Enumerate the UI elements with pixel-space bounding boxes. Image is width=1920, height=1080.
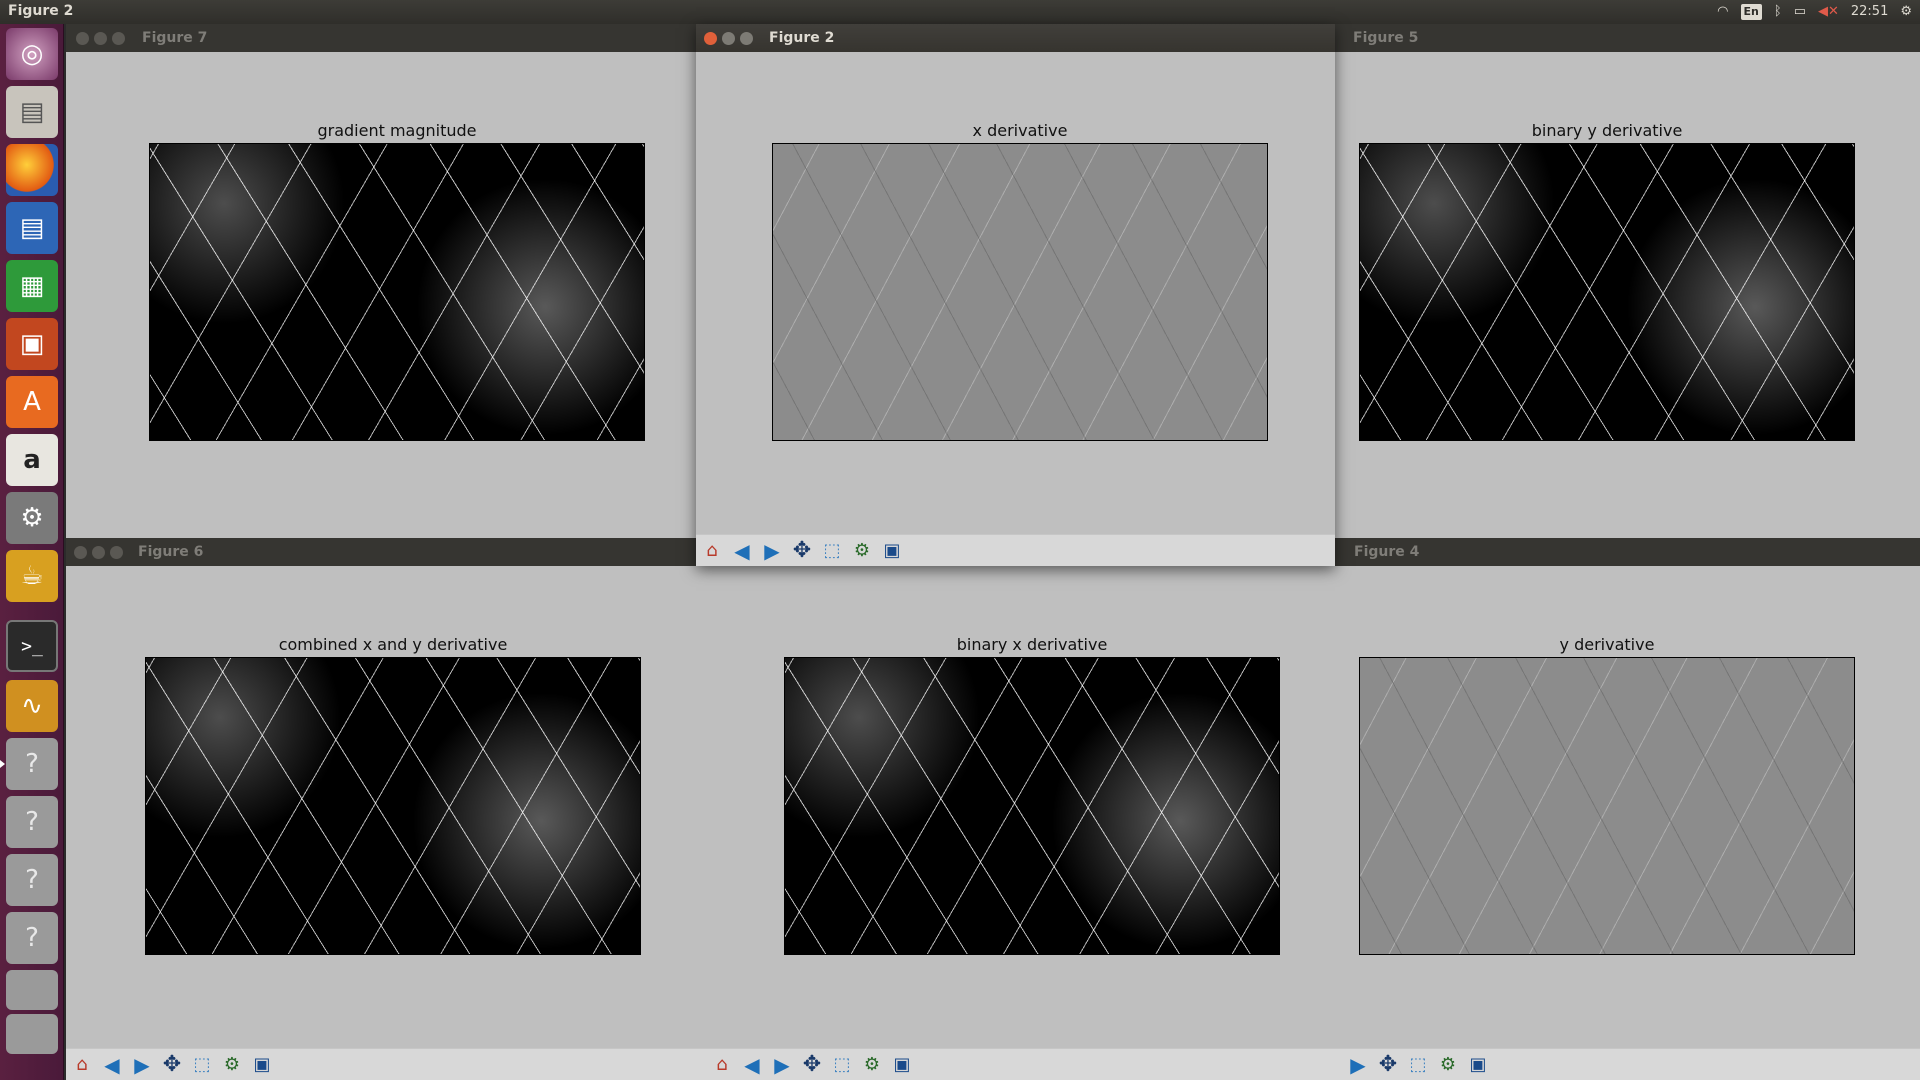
back-icon[interactable]: ◀ bbox=[730, 540, 754, 562]
software-center-icon[interactable]: A bbox=[6, 376, 58, 428]
figure-window-7[interactable]: Figure 7 gradient magnitude bbox=[66, 24, 696, 538]
configure-subplots-icon[interactable]: ⚙ bbox=[220, 1054, 244, 1076]
navigation-toolbar: ⌂ ◀ ▶ ✥ ⬚ ⚙ ▣ bbox=[66, 1048, 706, 1080]
teapot-icon[interactable]: ☕ bbox=[6, 550, 58, 602]
pan-icon[interactable]: ✥ bbox=[160, 1054, 184, 1076]
unknown-app-icon[interactable]: ? bbox=[6, 796, 58, 848]
minimize-icon[interactable] bbox=[722, 32, 735, 45]
plot-image[interactable] bbox=[145, 657, 641, 955]
terminal-icon[interactable]: >_ bbox=[6, 620, 58, 672]
impress-icon[interactable]: ▣ bbox=[6, 318, 58, 370]
system-settings-icon[interactable]: ⚙ bbox=[6, 492, 58, 544]
plot-image[interactable] bbox=[149, 143, 645, 441]
amazon-icon[interactable]: a bbox=[6, 434, 58, 486]
stacked-app-icon[interactable] bbox=[6, 1014, 58, 1054]
navigation-toolbar: ⌂ ◀ ▶ ✥ ⬚ ⚙ ▣ bbox=[706, 1048, 1346, 1080]
back-icon[interactable]: ◀ bbox=[100, 1054, 124, 1076]
window-title: Figure 7 bbox=[142, 30, 208, 46]
forward-icon[interactable]: ▶ bbox=[1346, 1054, 1370, 1076]
window-titlebar[interactable]: Figure 2 bbox=[696, 24, 1335, 52]
pan-icon[interactable]: ✥ bbox=[800, 1054, 824, 1076]
bluetooth-icon[interactable]: ᛒ bbox=[1774, 4, 1782, 20]
forward-icon[interactable]: ▶ bbox=[770, 1054, 794, 1076]
zoom-icon[interactable]: ⬚ bbox=[820, 540, 844, 562]
window-titlebar[interactable]: Figure 4 bbox=[1346, 538, 1920, 566]
plot-image[interactable] bbox=[1359, 143, 1855, 441]
configure-subplots-icon[interactable]: ⚙ bbox=[860, 1054, 884, 1076]
plot-title: x derivative bbox=[972, 121, 1068, 140]
save-icon[interactable]: ▣ bbox=[1466, 1054, 1490, 1076]
close-icon[interactable] bbox=[76, 32, 89, 45]
figure-window-4[interactable]: Figure 4 y derivative ▶ ✥ ⬚ ⚙ ▣ bbox=[1346, 538, 1920, 1080]
window-title: Figure 6 bbox=[138, 544, 204, 560]
stacked-app-icon[interactable] bbox=[6, 970, 58, 1010]
zoom-icon[interactable]: ⬚ bbox=[1406, 1054, 1430, 1076]
battery-icon[interactable]: ▭ bbox=[1794, 4, 1806, 20]
writer-icon[interactable]: ▤ bbox=[6, 202, 58, 254]
forward-icon[interactable]: ▶ bbox=[130, 1054, 154, 1076]
window-titlebar[interactable]: Figure 5 bbox=[1335, 24, 1920, 52]
plot-image[interactable] bbox=[1359, 657, 1855, 955]
window-title: Figure 4 bbox=[1354, 544, 1420, 560]
figure-window-5[interactable]: Figure 5 binary y derivative bbox=[1335, 24, 1920, 538]
unknown-app-icon[interactable]: ? bbox=[6, 912, 58, 964]
minimize-icon[interactable] bbox=[92, 546, 105, 559]
plot-title: gradient magnitude bbox=[317, 121, 477, 140]
plot-title: y derivative bbox=[1559, 635, 1655, 654]
home-icon[interactable]: ⌂ bbox=[70, 1054, 94, 1076]
volume-muted-icon[interactable]: ◀✕ bbox=[1818, 4, 1839, 20]
configure-subplots-icon[interactable]: ⚙ bbox=[1436, 1054, 1460, 1076]
unknown-app-icon[interactable]: ? bbox=[6, 854, 58, 906]
unknown-app-icon[interactable]: ? bbox=[0, 738, 58, 790]
files-icon[interactable]: ▤ bbox=[6, 86, 58, 138]
configure-subplots-icon[interactable]: ⚙ bbox=[850, 540, 874, 562]
plot-image[interactable] bbox=[784, 657, 1280, 955]
close-icon[interactable] bbox=[74, 546, 87, 559]
save-icon[interactable]: ▣ bbox=[250, 1054, 274, 1076]
maximize-icon[interactable] bbox=[112, 32, 125, 45]
figure-window-6[interactable]: Figure 6 combined x and y derivative ⌂ ◀… bbox=[66, 538, 706, 1080]
firefox-icon[interactable] bbox=[6, 144, 58, 196]
save-icon[interactable]: ▣ bbox=[880, 540, 904, 562]
waveform-icon[interactable]: ∿ bbox=[6, 680, 58, 732]
plot-title: binary y derivative bbox=[1531, 121, 1683, 140]
zoom-icon[interactable]: ⬚ bbox=[190, 1054, 214, 1076]
minimize-icon[interactable] bbox=[94, 32, 107, 45]
wifi-icon[interactable]: ◠ bbox=[1717, 4, 1728, 20]
back-icon[interactable]: ◀ bbox=[740, 1054, 764, 1076]
ubuntu-dash-icon[interactable]: ◎ bbox=[6, 28, 58, 80]
system-tray: ◠ En ᛒ ▭ ◀✕ 22:51 ⚙ bbox=[1717, 0, 1912, 24]
window-title: Figure 5 bbox=[1353, 30, 1419, 46]
pan-icon[interactable]: ✥ bbox=[1376, 1054, 1400, 1076]
window-titlebar[interactable]: Figure 6 bbox=[66, 538, 706, 566]
plot-title: binary x derivative bbox=[956, 635, 1108, 654]
figure-window-2[interactable]: Figure 2 x derivative ⌂ ◀ ▶ ✥ ⬚ ⚙ ▣ bbox=[696, 24, 1335, 566]
figure-window-3[interactable]: binary x derivative ⌂ ◀ ▶ ✥ ⬚ ⚙ ▣ bbox=[706, 538, 1346, 1080]
window-titlebar[interactable]: Figure 7 bbox=[66, 24, 696, 52]
home-icon[interactable]: ⌂ bbox=[700, 540, 724, 562]
forward-icon[interactable]: ▶ bbox=[760, 540, 784, 562]
home-icon[interactable]: ⌂ bbox=[710, 1054, 734, 1076]
navigation-toolbar: ⌂ ◀ ▶ ✥ ⬚ ⚙ ▣ bbox=[696, 534, 1335, 566]
close-icon[interactable] bbox=[704, 32, 717, 45]
calc-icon[interactable]: ▦ bbox=[6, 260, 58, 312]
zoom-icon[interactable]: ⬚ bbox=[830, 1054, 854, 1076]
plot-title: combined x and y derivative bbox=[278, 635, 508, 654]
app-title: Figure 2 bbox=[8, 3, 74, 19]
settings-gear-icon[interactable]: ⚙ bbox=[1900, 4, 1912, 20]
maximize-icon[interactable] bbox=[110, 546, 123, 559]
navigation-toolbar: ▶ ✥ ⬚ ⚙ ▣ bbox=[1346, 1048, 1920, 1080]
pan-icon[interactable]: ✥ bbox=[790, 540, 814, 562]
keyboard-layout-indicator[interactable]: En bbox=[1740, 4, 1762, 20]
plot-image[interactable] bbox=[772, 143, 1268, 441]
top-panel: Figure 2 ◠ En ᛒ ▭ ◀✕ 22:51 ⚙ bbox=[0, 0, 1920, 24]
window-title: Figure 2 bbox=[769, 30, 835, 46]
clock[interactable]: 22:51 bbox=[1851, 4, 1888, 20]
maximize-icon[interactable] bbox=[740, 32, 753, 45]
save-icon[interactable]: ▣ bbox=[890, 1054, 914, 1076]
launcher: ◎ ▤ ▤ ▦ ▣ A a ⚙ ☕ >_ ∿ ? ? ? ? bbox=[0, 24, 64, 1080]
